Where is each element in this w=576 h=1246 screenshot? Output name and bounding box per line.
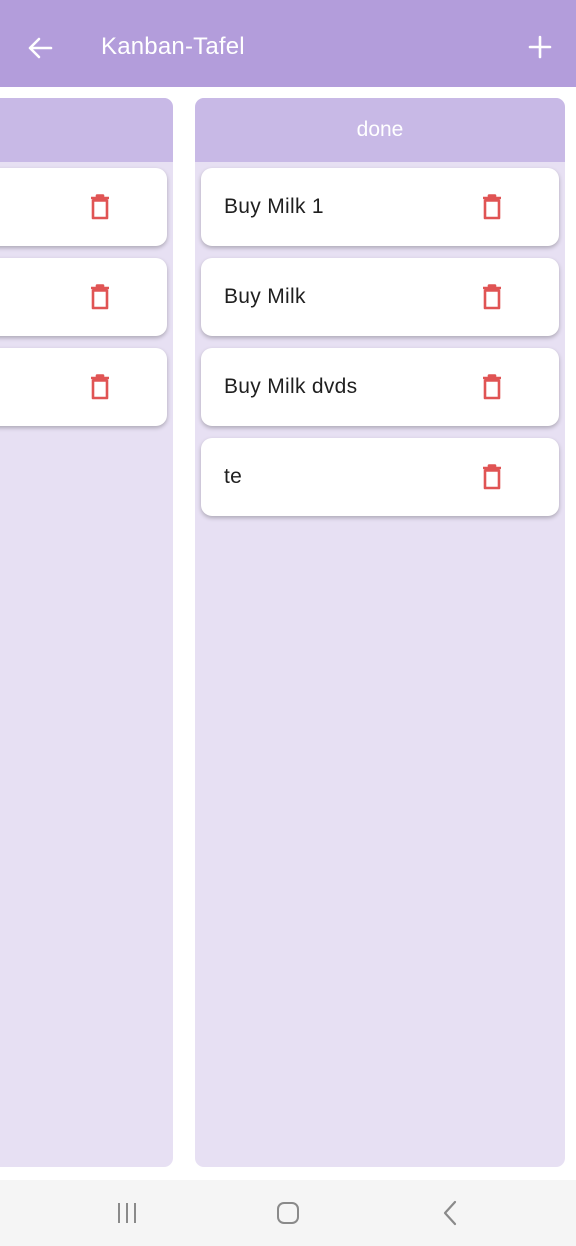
card-list: Buy Milk 1 Buy Milk Buy Milk dvds te: [195, 162, 565, 516]
task-card[interactable]: Buy Milk dvds: [201, 348, 559, 426]
task-card[interactable]: te: [201, 438, 559, 516]
chevron-left-icon: [443, 1200, 457, 1226]
column-title: done: [356, 118, 404, 141]
add-button[interactable]: [520, 27, 560, 67]
trash-icon[interactable]: [89, 374, 111, 400]
card-list: [0, 162, 173, 426]
trash-icon[interactable]: [481, 374, 503, 400]
task-card[interactable]: [0, 168, 167, 246]
kanban-screen: Kanban-Tafel ress: [0, 0, 576, 1246]
column-header: ress: [0, 98, 173, 162]
trash-icon[interactable]: [481, 284, 503, 310]
home-icon: [277, 1202, 299, 1224]
trash-icon[interactable]: [481, 464, 503, 490]
plus-icon: [528, 35, 552, 59]
column-header: done: [195, 98, 565, 162]
trash-icon[interactable]: [481, 194, 503, 220]
task-card[interactable]: Buy Milk 1: [201, 168, 559, 246]
nav-back-button[interactable]: [430, 1196, 470, 1230]
home-button[interactable]: [268, 1196, 308, 1230]
column-done: done Buy Milk 1 Buy Milk Buy Milk dvds t…: [195, 98, 565, 1167]
system-nav-bar: [0, 1180, 576, 1246]
task-card-text: Buy Milk 1: [224, 195, 324, 218]
kanban-board[interactable]: ress: [0, 87, 576, 1180]
recents-button[interactable]: [107, 1196, 147, 1230]
task-card[interactable]: [0, 258, 167, 336]
task-card[interactable]: Buy Milk: [201, 258, 559, 336]
back-button[interactable]: [20, 28, 60, 68]
recents-icon: [118, 1203, 136, 1223]
task-card-text: te: [224, 465, 243, 488]
page-title: Kanban-Tafel: [101, 33, 245, 60]
arrow-left-icon: [28, 37, 53, 59]
trash-icon[interactable]: [89, 284, 111, 310]
task-card-text: Buy Milk: [224, 285, 306, 308]
column-in-progress: ress: [0, 98, 173, 1167]
trash-icon[interactable]: [89, 194, 111, 220]
task-card[interactable]: [0, 348, 167, 426]
app-bar: Kanban-Tafel: [0, 0, 576, 87]
task-card-text: Buy Milk dvds: [224, 375, 358, 398]
